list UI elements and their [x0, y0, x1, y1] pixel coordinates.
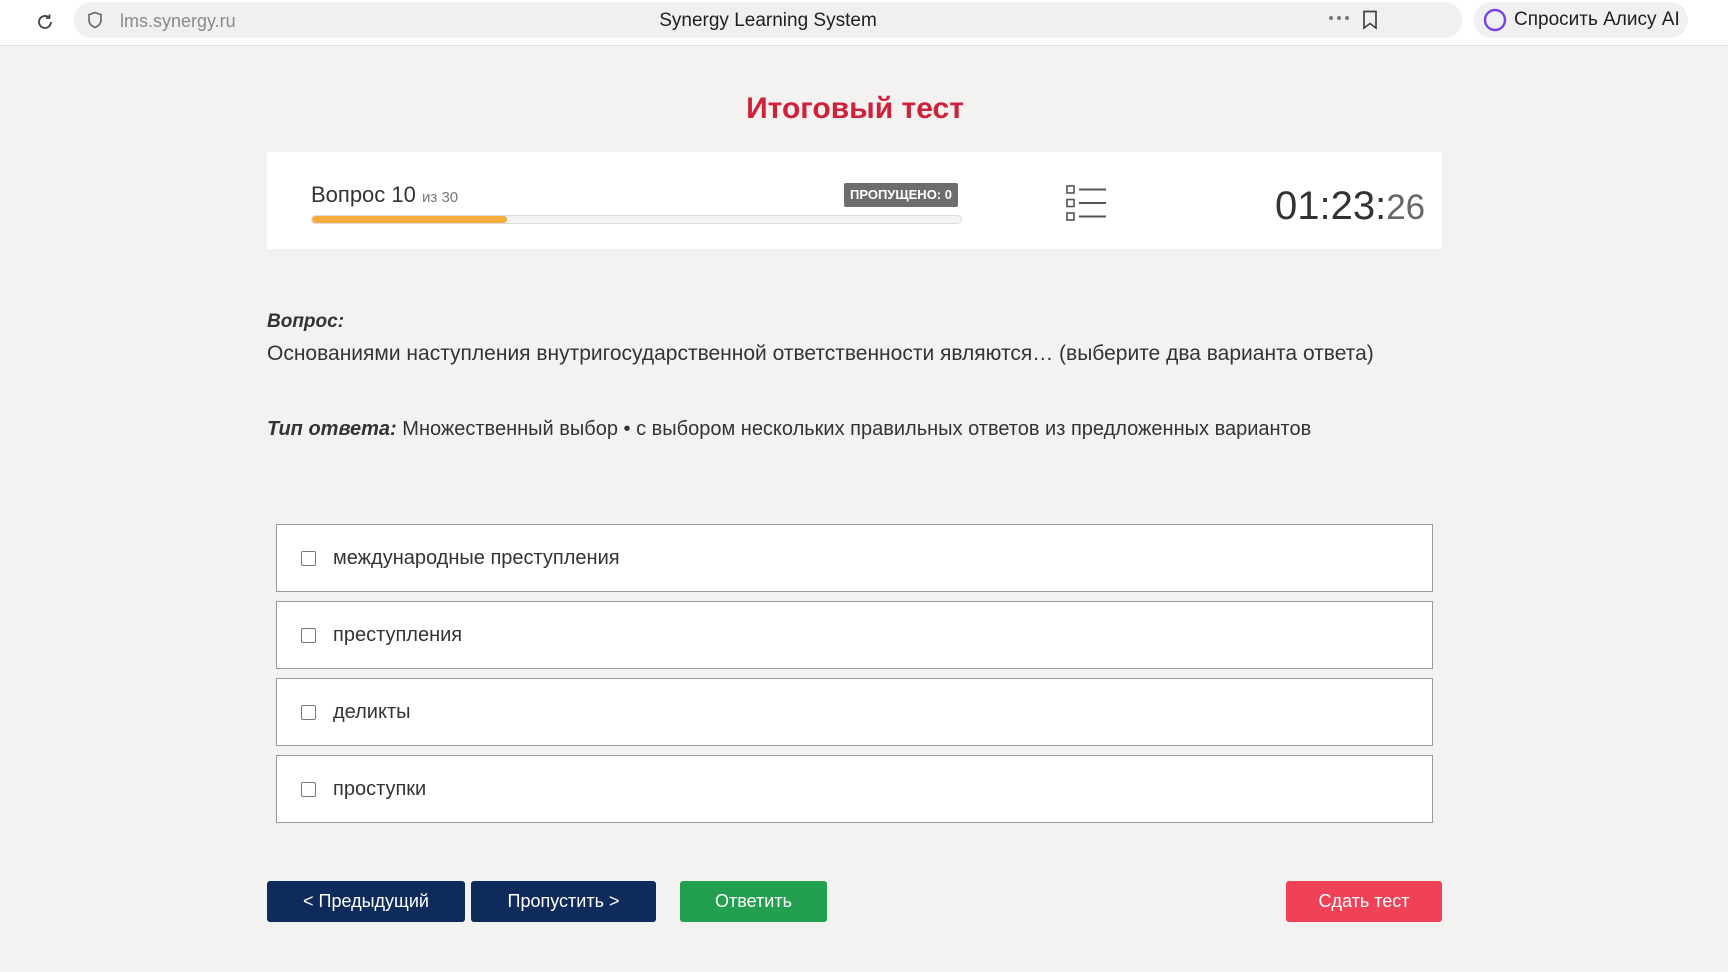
answer-type-label: Тип ответа:: [267, 418, 397, 440]
answer-button[interactable]: Ответить: [680, 881, 827, 922]
checkbox[interactable]: [301, 704, 316, 720]
answer-options: международные преступления преступления …: [276, 524, 1433, 832]
answer-option[interactable]: преступления: [276, 601, 1433, 669]
ask-alice-label: Спросить Алису AI: [1514, 9, 1680, 30]
skipped-badge: ПРОПУЩЕНО: 0: [844, 183, 958, 207]
question-total: из 30: [422, 189, 459, 206]
checkbox[interactable]: [301, 781, 316, 797]
answer-option[interactable]: международные преступления: [276, 524, 1433, 592]
option-label: деликты: [333, 700, 411, 723]
alice-icon: [1483, 8, 1507, 32]
progress-bar: [311, 215, 962, 224]
more-icon[interactable]: [1322, 4, 1356, 32]
ask-alice-button[interactable]: Спросить Алису AI: [1474, 2, 1688, 38]
answer-option[interactable]: деликты: [276, 678, 1433, 746]
reload-icon[interactable]: [30, 7, 60, 37]
option-label: международные преступления: [333, 546, 620, 569]
address-bar[interactable]: lms.synergy.ru Synergy Learning System: [74, 2, 1462, 38]
skip-button[interactable]: Пропустить >: [471, 881, 656, 922]
previous-button[interactable]: < Предыдущий: [267, 881, 465, 922]
question-counter: Вопрос 10 из 30: [311, 182, 458, 208]
submit-test-button[interactable]: Сдать тест: [1286, 881, 1442, 922]
checkbox[interactable]: [301, 627, 316, 643]
status-panel: Вопрос 10 из 30 ПРОПУЩЕНО: 0 01:23:26: [267, 152, 1442, 249]
timer: 01:23:26: [1275, 184, 1425, 229]
question-number: Вопрос 10: [311, 182, 416, 207]
checkbox[interactable]: [301, 550, 316, 566]
option-label: проступки: [333, 777, 427, 800]
test-title: Итоговый тест: [746, 92, 964, 125]
browser-toolbar: lms.synergy.ru Synergy Learning System С…: [0, 0, 1728, 46]
browser-page-title: Synergy Learning System: [659, 10, 877, 31]
answer-option[interactable]: проступки: [276, 755, 1433, 823]
bookmark-icon[interactable]: [1356, 6, 1384, 34]
answer-type: Тип ответа: Множественный выбор • с выбо…: [267, 418, 1311, 441]
timer-seconds: 26: [1386, 188, 1426, 227]
question-list-icon[interactable]: [1066, 184, 1108, 222]
option-label: преступления: [333, 623, 463, 646]
timer-main: 01:23:: [1275, 184, 1387, 228]
answer-type-value: Множественный выбор • с выбором нескольк…: [402, 418, 1312, 440]
progress-fill: [312, 216, 507, 223]
question-text: Основаниями наступления внутригосударств…: [267, 342, 1374, 365]
question-label: Вопрос:: [267, 311, 345, 332]
